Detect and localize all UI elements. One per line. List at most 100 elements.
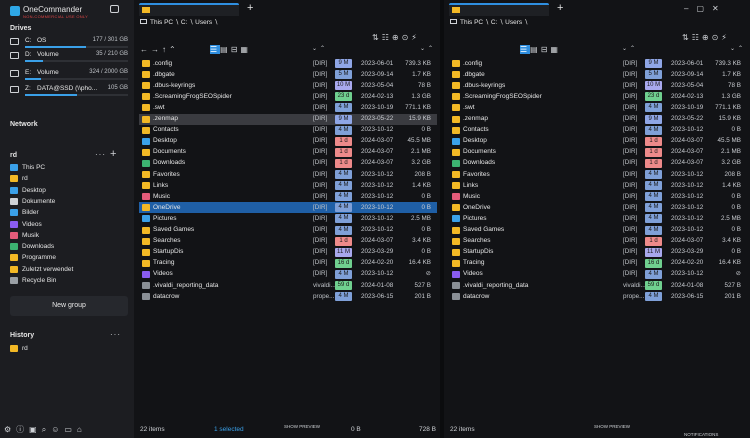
tab[interactable] bbox=[449, 3, 549, 16]
age-badge: 4 M bbox=[335, 214, 352, 224]
folder-icon bbox=[452, 115, 460, 123]
file-row[interactable]: .vivaldi_reporting_data vivaldi... 59 d … bbox=[449, 280, 747, 291]
new-tab-icon[interactable]: + bbox=[557, 2, 563, 14]
file-row[interactable]: Documents [DIR] 1 d 2024-03-07 2.1 MB bbox=[449, 147, 747, 158]
file-row[interactable]: StartupDis [DIR] 11 M 2023-03-29 0 B bbox=[449, 247, 747, 258]
pane-toolbar[interactable]: ⇅☷⊕⊙⚡ bbox=[372, 33, 420, 42]
view-mode-buttons[interactable]: ☰▤⊟▦ bbox=[210, 45, 251, 54]
file-row[interactable]: .dbgate [DIR] 5 M 2023-09-14 1.7 KB bbox=[139, 69, 437, 80]
sidebar-item[interactable]: Videos bbox=[10, 220, 128, 231]
window-icon[interactable] bbox=[110, 5, 119, 13]
history-more-icon[interactable]: ··· bbox=[110, 330, 121, 339]
file-row[interactable]: StartupDis [DIR] 11 M 2023-03-29 0 B bbox=[139, 247, 437, 258]
app-title: OneCommander bbox=[23, 5, 83, 14]
status-items: 22 items bbox=[450, 426, 475, 433]
file-row[interactable]: Pictures [DIR] 4 M 2023-10-12 2.5 MB bbox=[449, 213, 747, 224]
file-row[interactable]: Downloads [DIR] 1 d 2024-03-07 3.2 GB bbox=[449, 158, 747, 169]
file-row[interactable]: OneDrive [DIR] 4 M 2023-10-12 0 B bbox=[449, 202, 747, 213]
file-row[interactable]: .config [DIR] 9 M 2023-06-01 739.3 KB bbox=[139, 58, 437, 69]
file-row[interactable]: OneDrive [DIR] 4 M 2023-10-12 0 B bbox=[139, 202, 437, 214]
file-row[interactable]: Downloads [DIR] 1 d 2024-03-07 3.2 GB bbox=[139, 158, 437, 169]
sidebar-item[interactable]: Musik bbox=[10, 231, 128, 242]
sidebar-item[interactable]: Dokumente bbox=[10, 197, 128, 208]
age-badge: 4 M bbox=[645, 203, 662, 213]
drive-item[interactable]: D: Volume 35 / 210 GB bbox=[10, 51, 128, 65]
drive-item[interactable]: C: OS 177 / 301 GB bbox=[10, 37, 128, 51]
file-row[interactable]: .vivaldi_reporting_data vivaldi... 59 d … bbox=[139, 280, 437, 291]
sidebar-item[interactable]: Recycle Bin bbox=[10, 276, 128, 287]
file-row[interactable]: Searches [DIR] 1 d 2024-03-07 3.4 KB bbox=[449, 236, 747, 247]
file-row[interactable]: Documents [DIR] 1 d 2024-03-07 2.1 MB bbox=[139, 147, 437, 158]
folder-icon bbox=[142, 193, 150, 201]
file-row[interactable]: .dbgate [DIR] 5 M 2023-09-14 1.7 KB bbox=[449, 69, 747, 80]
sidebar-item[interactable]: Desktop bbox=[10, 186, 128, 197]
file-row[interactable]: Saved Games [DIR] 4 M 2023-10-12 0 B bbox=[449, 225, 747, 236]
sidebar-item[interactable]: rd bbox=[10, 174, 128, 185]
age-badge: 16 d bbox=[335, 258, 352, 268]
file-row[interactable]: Videos [DIR] 4 M 2023-10-12 ⊘ bbox=[139, 269, 437, 280]
file-row[interactable]: .zenmap [DIR] 9 M 2023-05-22 15.9 KB bbox=[139, 113, 437, 125]
sidebar-item[interactable]: Bilder bbox=[10, 208, 128, 219]
sidebar-item[interactable]: Programme bbox=[10, 253, 128, 264]
sidebar-item[interactable]: This PC bbox=[10, 163, 128, 174]
age-badge: 1 d bbox=[645, 158, 662, 168]
file-row[interactable]: Links [DIR] 4 M 2023-10-12 1.4 KB bbox=[139, 180, 437, 191]
sort-arrows[interactable]: ⌄⌃ bbox=[622, 45, 638, 52]
file-row[interactable]: Tracing [DIR] 16 d 2024-02-20 16.4 KB bbox=[449, 258, 747, 269]
file-row[interactable]: Links [DIR] 4 M 2023-10-12 1.4 KB bbox=[449, 180, 747, 191]
sidebar-toolbar[interactable]: ⚙ⓘ▣⌕☺▭⌂ bbox=[4, 424, 87, 435]
folder-icon bbox=[452, 226, 460, 234]
sidebar-item[interactable]: Zuletzt verwendet bbox=[10, 265, 128, 276]
pane-toolbar[interactable]: ⇅☷⊕⊙⚡ bbox=[682, 33, 730, 42]
file-row[interactable]: Pictures [DIR] 4 M 2023-10-12 2.5 MB bbox=[139, 213, 437, 224]
file-row[interactable]: Music [DIR] 4 M 2023-10-12 0 B bbox=[449, 191, 747, 202]
file-row[interactable]: datacrow prope... 4 M 2023-06-15 201 B bbox=[449, 291, 747, 302]
age-badge: 4 M bbox=[645, 214, 662, 224]
file-row[interactable]: Favorites [DIR] 4 M 2023-10-12 208 B bbox=[139, 169, 437, 180]
show-preview[interactable]: SHOW PREVIEW bbox=[594, 424, 630, 429]
nav-buttons[interactable]: ←→↑⌃ bbox=[140, 45, 179, 54]
sort-arrows-2[interactable]: ⌄⌃ bbox=[730, 45, 746, 52]
notifications[interactable]: NOTIFICATIONS bbox=[684, 432, 718, 437]
add-icon[interactable]: + bbox=[110, 148, 116, 160]
file-row[interactable]: .swt [DIR] 4 M 2023-10-19 771.1 KB bbox=[449, 102, 747, 113]
folder-icon bbox=[452, 126, 460, 134]
tab[interactable] bbox=[139, 3, 239, 16]
breadcrumb[interactable]: This PC ∖ C: ∖ Users ∖ bbox=[140, 18, 218, 26]
app-subtitle: NON-COMMERCIAL USE ONLY bbox=[23, 14, 89, 19]
breadcrumb[interactable]: This PC ∖ C: ∖ Users ∖ bbox=[450, 18, 528, 26]
drive-item[interactable]: Z: DATA@SSD (\\pho... 105 GB bbox=[10, 85, 128, 99]
file-row[interactable]: Tracing [DIR] 16 d 2024-02-20 16.4 KB bbox=[139, 258, 437, 269]
file-row[interactable]: .ScreamingFrogSEOSpider [DIR] 23 d 2024-… bbox=[139, 91, 437, 102]
sort-arrows[interactable]: ⌄⌃ bbox=[312, 45, 328, 52]
file-row[interactable]: Favorites [DIR] 4 M 2023-10-12 208 B bbox=[449, 169, 747, 180]
file-row[interactable]: Contacts [DIR] 4 M 2023-10-12 0 B bbox=[449, 125, 747, 136]
window-controls[interactable]: –▢✕ bbox=[684, 4, 727, 13]
drive-item[interactable]: E: Volume 324 / 2000 GB bbox=[10, 69, 128, 83]
new-tab-icon[interactable]: + bbox=[247, 2, 253, 14]
file-row[interactable]: Saved Games [DIR] 4 M 2023-10-12 0 B bbox=[139, 225, 437, 236]
sort-arrows-2[interactable]: ⌄⌃ bbox=[420, 45, 436, 52]
age-badge: 10 M bbox=[645, 81, 662, 91]
new-group-button[interactable]: New group bbox=[10, 296, 128, 316]
more-icon[interactable]: ··· bbox=[95, 150, 106, 159]
file-row[interactable]: Desktop [DIR] 1 d 2024-03-07 45.5 MB bbox=[139, 136, 437, 147]
file-row[interactable]: .swt [DIR] 4 M 2023-10-19 771.1 KB bbox=[139, 102, 437, 113]
file-row[interactable]: Music [DIR] 4 M 2023-10-12 0 B bbox=[139, 191, 437, 202]
file-row[interactable]: datacrow prope... 4 M 2023-06-15 201 B bbox=[139, 291, 437, 302]
file-row[interactable]: Desktop [DIR] 1 d 2024-03-07 45.5 MB bbox=[449, 136, 747, 147]
show-preview[interactable]: SHOW PREVIEW bbox=[284, 424, 320, 429]
file-row[interactable]: .config [DIR] 9 M 2023-06-01 739.3 KB bbox=[449, 58, 747, 69]
history-item[interactable]: rd bbox=[10, 344, 128, 355]
view-mode-buttons[interactable]: ☰▤⊟▦ bbox=[520, 45, 561, 54]
file-row[interactable]: .zenmap [DIR] 9 M 2023-05-22 15.9 KB bbox=[449, 114, 747, 125]
file-row[interactable]: .dbus-keyrings [DIR] 10 M 2023-05-04 78 … bbox=[449, 80, 747, 91]
age-badge: 23 d bbox=[645, 92, 662, 102]
sidebar-item[interactable]: Downloads bbox=[10, 242, 128, 253]
folder-icon bbox=[142, 237, 150, 245]
file-row[interactable]: Videos [DIR] 4 M 2023-10-12 ⊘ bbox=[449, 269, 747, 280]
file-row[interactable]: Searches [DIR] 1 d 2024-03-07 3.4 KB bbox=[139, 236, 437, 247]
file-row[interactable]: Contacts [DIR] 4 M 2023-10-12 0 B bbox=[139, 125, 437, 136]
file-row[interactable]: .ScreamingFrogSEOSpider [DIR] 23 d 2024-… bbox=[449, 91, 747, 102]
file-row[interactable]: .dbus-keyrings [DIR] 10 M 2023-05-04 78 … bbox=[139, 80, 437, 91]
